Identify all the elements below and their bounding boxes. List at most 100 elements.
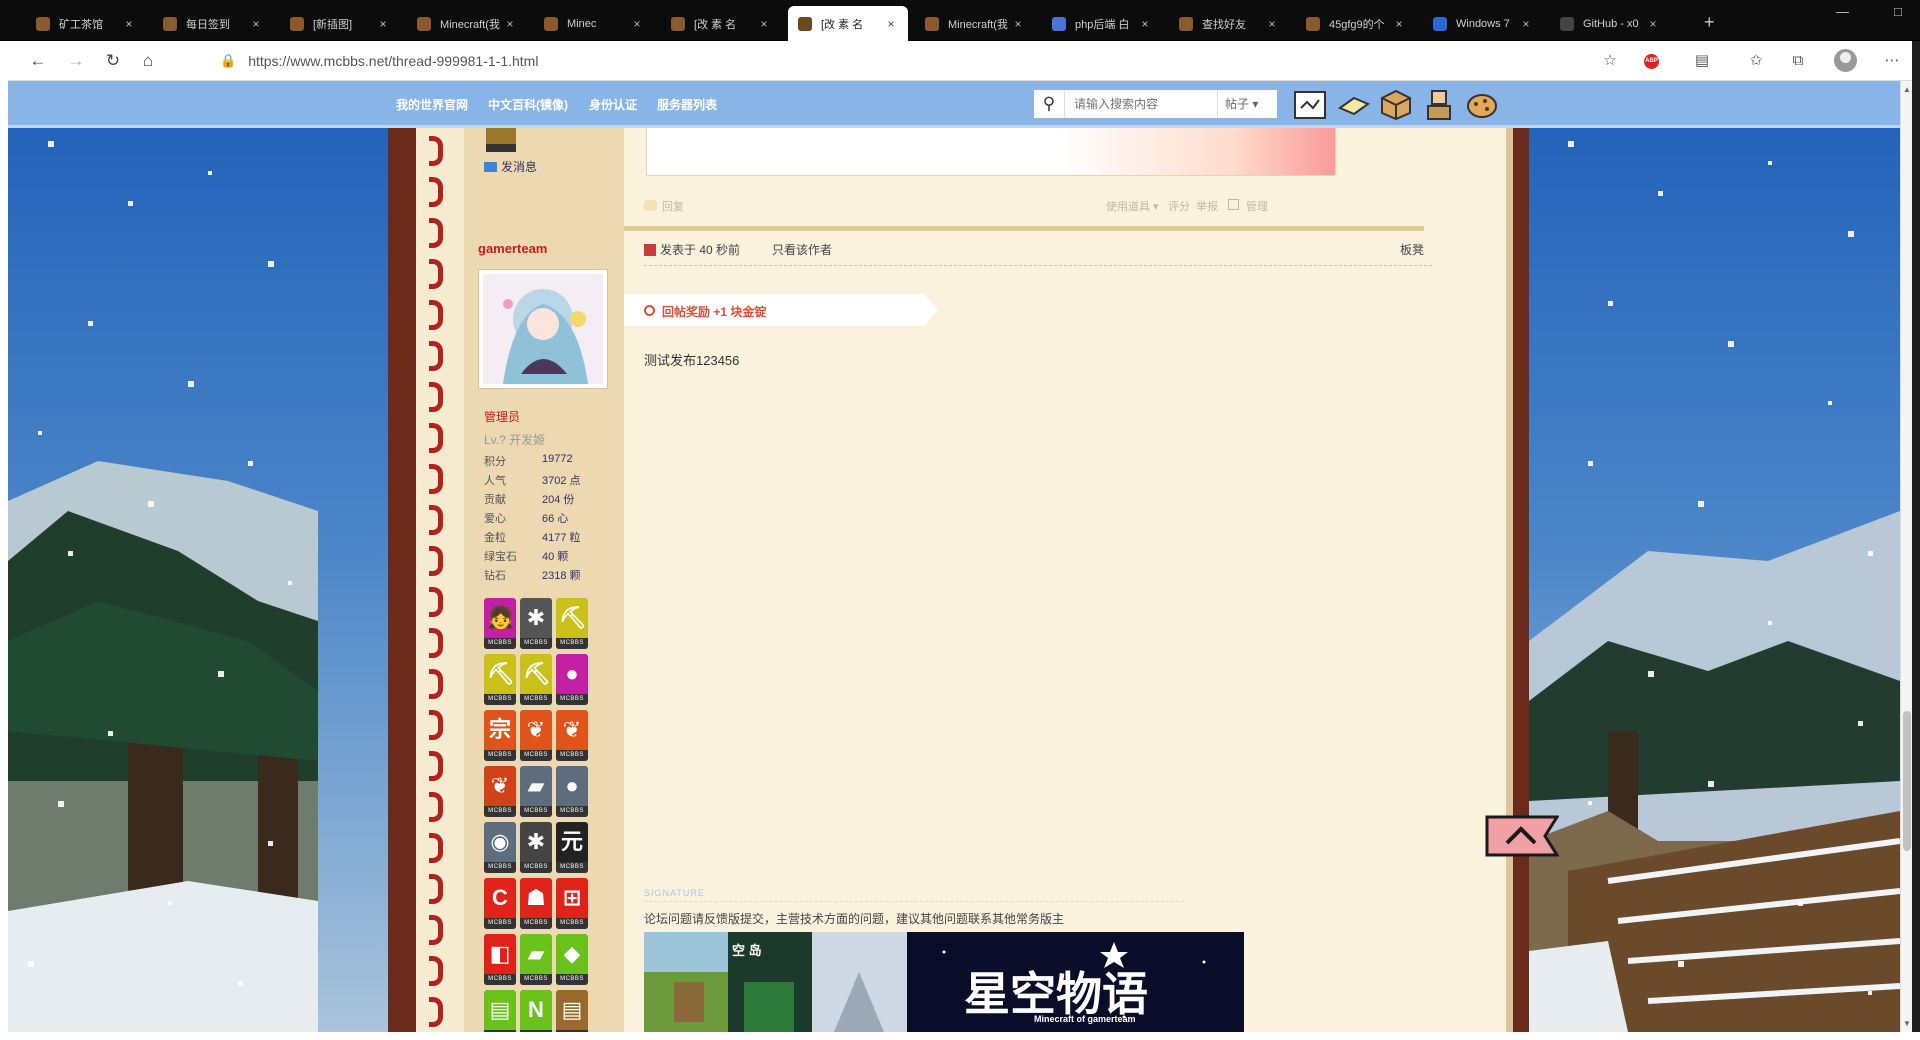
browser-tab[interactable]: 45gfg9的个 × bbox=[1296, 6, 1416, 41]
star-icon[interactable]: ☆ bbox=[1598, 49, 1622, 73]
browser-tab[interactable]: Minecraft(我 × bbox=[407, 6, 527, 41]
tab-close-icon[interactable]: × bbox=[376, 17, 390, 31]
browser-tab[interactable]: Minec × bbox=[534, 6, 654, 41]
player-icon[interactable] bbox=[1422, 88, 1456, 122]
medal-badge[interactable]: ◉ MCBBS bbox=[484, 822, 516, 873]
only-author-link[interactable]: 只看该作者 bbox=[772, 241, 832, 258]
browser-tab[interactable]: 矿工茶馆 × bbox=[26, 6, 146, 41]
tab-close-icon[interactable]: × bbox=[1265, 17, 1279, 31]
medal-badge[interactable]: NMCBBS bbox=[520, 990, 552, 1032]
page-scrollbar[interactable]: ▲ ▼ bbox=[1900, 81, 1912, 1032]
reading-view-icon[interactable]: ▤ bbox=[1690, 49, 1714, 73]
medal-badge[interactable]: C MCBBS bbox=[484, 878, 516, 929]
adblock-icon[interactable]: ABP bbox=[1644, 54, 1659, 69]
medal-badge[interactable]: ▰ MCBBS bbox=[520, 766, 552, 817]
medal-badge[interactable]: ❦ MCBBS bbox=[556, 710, 588, 761]
browser-tab[interactable]: Windows 7 × bbox=[1423, 6, 1543, 41]
cookie-icon[interactable] bbox=[1465, 88, 1499, 122]
reply-link[interactable]: 回复 bbox=[662, 198, 684, 214]
medal-badge[interactable]: ❦ MCBBS bbox=[484, 766, 516, 817]
ad-banner[interactable] bbox=[646, 128, 1336, 176]
tab-close-icon[interactable]: × bbox=[884, 17, 898, 31]
medal-badge[interactable]: ✱ MCBBS bbox=[520, 598, 552, 649]
browser-tab[interactable]: 每日签到 × bbox=[153, 6, 273, 41]
back-to-top-icon[interactable] bbox=[1485, 813, 1559, 859]
crafting-table-icon[interactable] bbox=[1379, 88, 1413, 122]
floor-label[interactable]: 板凳 bbox=[1400, 241, 1424, 258]
rate-link[interactable]: 评分 bbox=[1168, 198, 1190, 214]
manage-checkbox[interactable] bbox=[1228, 199, 1239, 210]
medal-badge[interactable]: ▰ MCBBS bbox=[520, 934, 552, 985]
search-input[interactable] bbox=[1064, 90, 1217, 118]
browser-tab[interactable]: [改 素 名 × bbox=[788, 6, 908, 41]
search-icon[interactable]: ⚲ bbox=[1034, 94, 1064, 114]
medal-badge[interactable]: ⊞ MCBBS bbox=[556, 878, 588, 929]
medal-badge[interactable]: ◧ MCBBS bbox=[484, 934, 516, 985]
nav-link-servers[interactable]: 服务器列表 bbox=[657, 96, 717, 113]
tab-close-icon[interactable]: × bbox=[503, 17, 517, 31]
favorites-icon[interactable]: ✩ bbox=[1744, 49, 1768, 73]
medal-badge[interactable]: 👧 MCBBS bbox=[484, 598, 516, 649]
address-bar[interactable]: 🔒 https://www.mcbbs.net/thread-999981-1-… bbox=[208, 47, 1603, 75]
tab-close-icon[interactable]: × bbox=[122, 17, 136, 31]
tab-close-icon[interactable]: × bbox=[1519, 17, 1533, 31]
browser-tab[interactable]: php后端 白 × bbox=[1042, 6, 1162, 41]
tab-close-icon[interactable]: × bbox=[249, 17, 263, 31]
author-avatar[interactable] bbox=[478, 269, 608, 389]
scroll-up-icon[interactable]: ▲ bbox=[1903, 85, 1911, 94]
painting-icon[interactable] bbox=[1293, 88, 1327, 122]
stat-value[interactable]: 19772 bbox=[542, 453, 573, 472]
map-icon[interactable] bbox=[1337, 88, 1371, 122]
signature-banner[interactable]: 空 岛 星空物语 Minecraft of gamerteam bbox=[644, 932, 1244, 1032]
medal-badge[interactable]: ☗ MCBBS bbox=[520, 878, 552, 929]
stat-value[interactable]: 204 份 bbox=[542, 491, 574, 510]
more-icon[interactable]: ⋯ bbox=[1880, 49, 1904, 73]
tab-close-icon[interactable]: × bbox=[1392, 17, 1406, 31]
search-type-select[interactable]: 帖子 ▾ bbox=[1217, 90, 1277, 118]
browser-tab[interactable]: GitHub - x0 × bbox=[1550, 6, 1670, 41]
tab-close-icon[interactable]: × bbox=[630, 17, 644, 31]
profile-avatar[interactable] bbox=[1834, 49, 1857, 72]
medal-badge[interactable]: ▤MCBBS bbox=[484, 990, 516, 1032]
medal-badge[interactable]: ▤MCBBS bbox=[556, 990, 588, 1032]
medal-badge[interactable]: ⛏ MCBBS bbox=[484, 654, 516, 705]
scroll-down-icon[interactable]: ▼ bbox=[1903, 1019, 1911, 1028]
medal-badge[interactable]: 元 MCBBS bbox=[556, 822, 588, 873]
minimize-button[interactable]: — bbox=[1836, 4, 1849, 19]
browser-tab[interactable]: [新插图] × bbox=[280, 6, 400, 41]
browser-tab[interactable]: 查找好友 × bbox=[1169, 6, 1289, 41]
report-link[interactable]: 举报 bbox=[1196, 198, 1218, 214]
medal-badge[interactable]: ⛏ MCBBS bbox=[556, 598, 588, 649]
medal-badge[interactable]: ◆ MCBBS bbox=[556, 934, 588, 985]
stat-value[interactable]: 4177 粒 bbox=[542, 529, 581, 548]
home-icon[interactable]: ⌂ bbox=[136, 49, 160, 73]
refresh-icon[interactable]: ↻ bbox=[101, 49, 125, 73]
medal-badge[interactable]: ● MCBBS bbox=[556, 766, 588, 817]
tab-close-icon[interactable]: × bbox=[1011, 17, 1025, 31]
user-group[interactable]: 管理员 bbox=[484, 408, 520, 425]
nav-link-identity[interactable]: 身份认证 bbox=[589, 96, 637, 113]
browser-tab[interactable]: [改 素 名 × bbox=[661, 6, 781, 41]
tab-close-icon[interactable]: × bbox=[1646, 17, 1660, 31]
collections-icon[interactable]: ⧉ bbox=[1786, 49, 1810, 73]
new-tab-button[interactable]: + bbox=[1704, 12, 1715, 33]
send-message-link[interactable]: 发消息 bbox=[484, 158, 537, 175]
medal-badge[interactable]: ❦ MCBBS bbox=[520, 710, 552, 761]
stat-value[interactable]: 40 颗 bbox=[542, 548, 568, 567]
medal-badge[interactable]: ● MCBBS bbox=[556, 654, 588, 705]
medal-badge[interactable]: ⛏ MCBBS bbox=[520, 654, 552, 705]
medal-badge[interactable]: ✱ MCBBS bbox=[520, 822, 552, 873]
tab-close-icon[interactable]: × bbox=[1138, 17, 1152, 31]
tab-close-icon[interactable]: × bbox=[757, 17, 771, 31]
medal-badge[interactable]: 宗 MCBBS bbox=[484, 710, 516, 761]
forward-icon[interactable]: → bbox=[64, 49, 88, 73]
nav-link-official[interactable]: 我的世界官网 bbox=[396, 96, 468, 113]
use-tool-link[interactable]: 使用道具 ▾ bbox=[1106, 198, 1159, 214]
stat-value[interactable]: 2318 颗 bbox=[542, 567, 581, 586]
browser-tab[interactable]: Minecraft(我 × bbox=[915, 6, 1035, 41]
manage-link[interactable]: 管理 bbox=[1246, 198, 1268, 214]
stat-value[interactable]: 3702 点 bbox=[542, 472, 581, 491]
scroll-thumb[interactable] bbox=[1903, 711, 1911, 851]
back-icon[interactable]: ← bbox=[26, 49, 50, 73]
author-name[interactable]: gamerteam bbox=[478, 241, 547, 256]
